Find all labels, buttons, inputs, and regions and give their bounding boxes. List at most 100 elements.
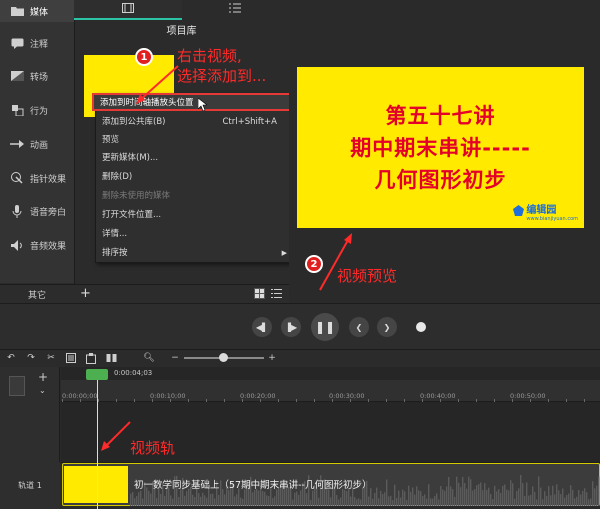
waveform-bar [294, 492, 296, 506]
waveform-bar [596, 485, 598, 506]
add-media-button[interactable]: + [80, 286, 91, 301]
waveform-bar [538, 476, 540, 506]
waveform-bar [478, 484, 480, 506]
copy-icon[interactable] [65, 352, 77, 364]
waveform-bar [306, 493, 308, 506]
waveform-bar [578, 489, 580, 506]
waveform-bar [310, 499, 312, 506]
waveform-bar [346, 491, 348, 506]
ruler-tick-label: 0:00:30;00 [329, 392, 365, 400]
waveform-bar [552, 485, 554, 506]
grid-view-icon[interactable] [254, 288, 265, 302]
waveform-bar [456, 476, 458, 506]
menu-item-label: 排序按 [102, 248, 128, 258]
zoom-icon[interactable]: 🔍︎ [143, 352, 155, 364]
menu-item-details[interactable]: 详情... [96, 225, 291, 243]
waveform-bar [424, 494, 426, 506]
list-icon [229, 3, 242, 16]
ruler-tick [314, 399, 315, 402]
other-label: 其它 [27, 290, 46, 301]
waveform-bar [194, 497, 196, 506]
waveform-bar [568, 493, 570, 506]
waveform-bar [544, 491, 546, 506]
folder-icon [10, 5, 24, 17]
ruler-tick [188, 399, 189, 402]
split-icon[interactable] [105, 352, 117, 364]
waveform-bar [362, 488, 364, 506]
sidebar-item-transitions[interactable]: 转场 [0, 65, 74, 87]
step-forward-button[interactable]: ▐▶ [281, 317, 301, 337]
waveform-bar [204, 495, 206, 506]
undo-icon[interactable]: ↶ [5, 352, 17, 364]
tab-library[interactable] [182, 0, 290, 20]
waveform-bar [472, 490, 474, 506]
waveform-bar [508, 490, 510, 506]
waveform-bar [476, 485, 478, 506]
video-track-annotation: 视频轨 [130, 439, 176, 457]
sidebar-item-audio-effects[interactable]: 音频效果 [0, 234, 74, 256]
chevron-down-icon[interactable]: ⌄ [39, 386, 46, 395]
next-button[interactable]: ❯ [377, 317, 397, 337]
sidebar-item-media[interactable]: 媒体 [0, 0, 74, 22]
waveform-bar [512, 483, 514, 506]
menu-item-delete[interactable]: 删除(D) [96, 168, 291, 186]
pause-button[interactable]: ❚❚ [311, 313, 339, 341]
ruler-tick [116, 399, 117, 402]
waveform-bar [378, 498, 380, 506]
waveform-bar [510, 480, 512, 506]
bin-footer: + [74, 284, 289, 303]
previous-button[interactable]: ❮ [349, 317, 369, 337]
ruler-tick [584, 399, 585, 402]
annotation-icon [10, 37, 24, 49]
scrubber-handle[interactable] [416, 322, 426, 332]
waveform-bar [236, 494, 238, 506]
cut-icon[interactable]: ✂ [45, 352, 57, 364]
add-track-icon[interactable]: + [38, 370, 48, 384]
zoom-in-icon[interactable]: + [266, 352, 278, 364]
ruler-tick [278, 399, 279, 402]
waveform-bar [202, 492, 204, 506]
waveform-bar [252, 492, 254, 506]
menu-item-add-to-library[interactable]: 添加到公共库(B) Ctrl+Shift+A [96, 113, 291, 131]
waveform-bar [400, 497, 402, 506]
ruler-tick-label: 0:00:40;00 [420, 392, 456, 400]
list-view-icon[interactable] [271, 288, 282, 302]
waveform-bar [296, 491, 298, 506]
step-forward-icon: ▐▶ [284, 322, 298, 332]
step-1-badge: 1 [135, 48, 153, 66]
waveform-bar [526, 482, 528, 506]
zoom-slider-handle[interactable] [219, 353, 228, 362]
sidebar-item-behaviors[interactable]: 行为 [0, 99, 74, 121]
preview-line-1: 第五十七讲 [385, 103, 496, 128]
menu-item-label: 删除(D) [102, 172, 133, 182]
sidebar-item-voice-narration[interactable]: 语音旁白 [0, 200, 74, 222]
waveform-bar [392, 499, 394, 506]
waveform-bar [330, 497, 332, 506]
step-back-button[interactable]: ◀▌ [252, 317, 272, 337]
highlighted-menu-item[interactable]: 添加到时间轴播放头位置 [92, 93, 297, 112]
waveform-bar [130, 493, 132, 506]
other-tools-button[interactable]: 其它 [0, 284, 74, 303]
playhead-handle[interactable] [86, 369, 108, 380]
menu-item-preview[interactable]: 预览 [96, 131, 291, 149]
waveform-bar [258, 490, 260, 506]
waveform-bar [460, 487, 462, 506]
ruler-tick [260, 399, 261, 402]
menu-item-open-file-location[interactable]: 打开文件位置... [96, 206, 291, 224]
sidebar-item-animations[interactable]: 动画 [0, 133, 74, 155]
redo-icon[interactable]: ↷ [25, 352, 37, 364]
menu-item-sort-by[interactable]: 排序按 ▶ [96, 244, 291, 262]
waveform-bar [590, 498, 592, 506]
sidebar-item-cursor-effects[interactable]: 指针效果 [0, 167, 74, 189]
waveform-bar [402, 489, 404, 506]
menu-item-update-media[interactable]: 更新媒体(M)... [96, 149, 291, 167]
track-height-slider[interactable] [9, 376, 25, 396]
tab-media-bin[interactable] [74, 0, 182, 20]
zoom-out-icon[interactable]: − [169, 352, 181, 364]
paste-icon[interactable] [85, 352, 97, 364]
waveform-bar [576, 496, 578, 506]
sidebar-item-annotations[interactable]: 注释 [0, 32, 74, 54]
tool-sidebar: 媒体 注释 转场 行为 动画 指针效果 语音旁白 音频效果 [0, 0, 74, 283]
animation-icon [10, 138, 24, 150]
video-preview[interactable]: 第五十七讲 期中期末串讲----- 几何图形初步 编辑园 www.bianjiy… [297, 67, 584, 228]
